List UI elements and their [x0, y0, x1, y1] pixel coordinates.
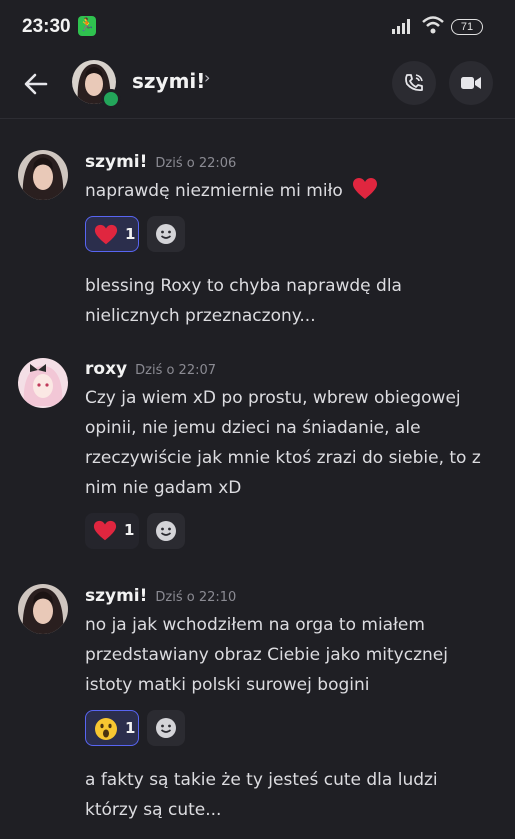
contact-name[interactable]: szymi!	[132, 69, 205, 93]
video-call-button[interactable]	[449, 61, 493, 105]
message-author[interactable]: roxy Dziś o 22:07	[85, 359, 216, 379]
chevron-right-icon[interactable]: ›	[204, 68, 210, 87]
back-arrow-icon[interactable]	[20, 68, 52, 100]
avatar[interactable]	[18, 584, 68, 634]
reaction-astonished[interactable]: 1	[85, 710, 139, 746]
signal-icon	[392, 19, 410, 34]
smiley-icon	[156, 224, 176, 244]
message-text: Czy ja wiem xD po prostu, wbrew obiegowe…	[85, 388, 481, 498]
add-reaction-button[interactable]	[147, 513, 185, 549]
message-text: no ja jak wchodziłem na orga to miałem p…	[85, 615, 448, 695]
battery-icon: 71	[451, 19, 483, 35]
smiley-icon	[156, 718, 176, 738]
voice-call-button[interactable]	[392, 61, 436, 105]
message-text: naprawdę niezmiernie mi miło	[85, 176, 495, 206]
reaction-heart[interactable]: 1	[85, 513, 139, 549]
activity-icon: 🏃	[78, 16, 96, 36]
online-status-dot	[101, 89, 121, 109]
reaction-count: 1	[125, 225, 136, 243]
message-text: a fakty są takie że ty jesteś cute dla l…	[85, 770, 438, 820]
message-author[interactable]: szymi! Dziś o 22:10	[85, 586, 236, 606]
smiley-icon	[156, 521, 176, 541]
reaction-heart[interactable]: 1	[85, 216, 139, 252]
message-text: blessing Roxy to chyba naprawdę dla niel…	[85, 276, 402, 326]
add-reaction-button[interactable]	[147, 216, 185, 252]
status-bar: 23:30 🏃 71	[0, 0, 515, 54]
message-timestamp: Dziś o 22:07	[135, 363, 217, 378]
red-heart-icon	[93, 520, 117, 541]
reaction-count: 1	[125, 719, 136, 737]
message-author[interactable]: szymi! Dziś o 22:06	[85, 152, 236, 172]
add-reaction-button[interactable]	[147, 710, 185, 746]
avatar[interactable]	[18, 358, 68, 408]
wifi-icon	[422, 16, 444, 34]
message-timestamp: Dziś o 22:06	[155, 156, 237, 171]
avatar[interactable]	[18, 150, 68, 200]
red-heart-icon	[94, 224, 118, 245]
reaction-count: 1	[124, 521, 135, 539]
status-time: 23:30	[22, 16, 71, 37]
message-timestamp: Dziś o 22:10	[155, 590, 237, 605]
phone-icon	[405, 74, 423, 92]
chat-header: szymi! ›	[0, 54, 515, 119]
astonished-face-icon	[95, 718, 117, 740]
red-heart-icon	[353, 178, 378, 199]
video-camera-icon	[461, 77, 481, 89]
